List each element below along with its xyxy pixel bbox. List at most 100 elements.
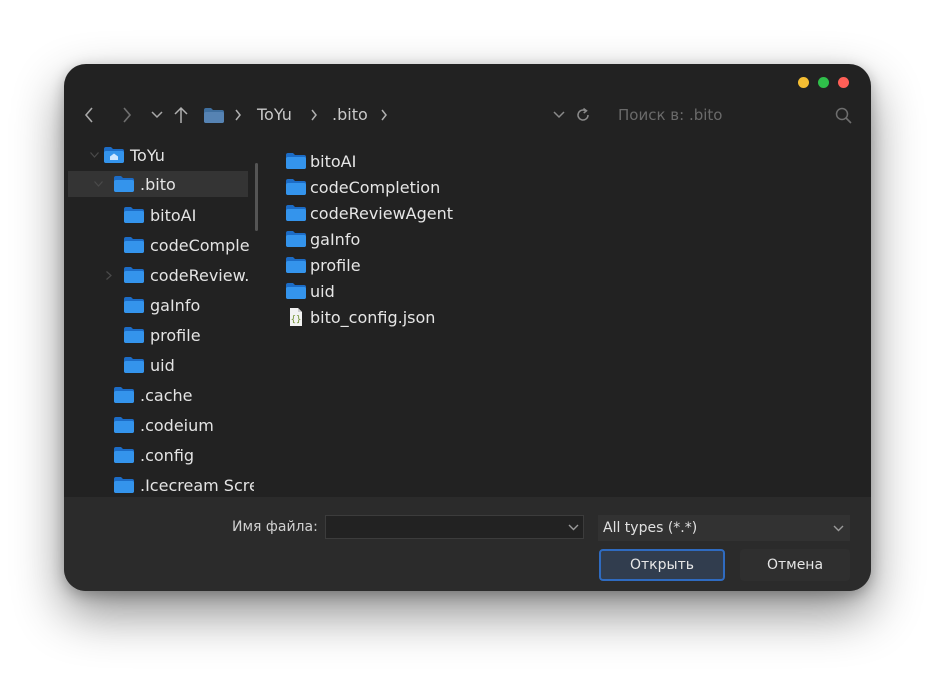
folder-icon xyxy=(286,283,306,299)
chevron-down-icon xyxy=(151,111,163,119)
file-dialog-window: ToYu .bito ToYu xyxy=(64,64,871,591)
tree-item-codecompletion[interactable]: codeComple xyxy=(64,232,254,258)
tree-item-gainfo[interactable]: gaInfo xyxy=(64,292,254,318)
root-location-button[interactable] xyxy=(202,100,226,130)
tree-scrollbar[interactable] xyxy=(255,163,258,231)
tree-item-profile[interactable]: profile xyxy=(64,322,254,348)
file-item-bito-config-json[interactable]: {} bito_config.json xyxy=(286,304,435,330)
folder-icon xyxy=(286,153,306,169)
file-item-codecompletion[interactable]: codeCompletion xyxy=(286,174,440,200)
tree-item-label: ToYu xyxy=(130,145,165,165)
folder-tree: ToYu .bito bitoAI codeComple codeReview. xyxy=(64,140,254,496)
expanded-arrow-icon[interactable] xyxy=(90,152,99,158)
file-name: codeCompletion xyxy=(310,177,441,197)
chevron-right-icon xyxy=(123,107,132,123)
maximize-button[interactable] xyxy=(818,77,829,88)
path-dropdown-button[interactable] xyxy=(550,100,568,130)
file-item-profile[interactable]: profile xyxy=(286,252,361,278)
tree-item-label: .cache xyxy=(140,385,193,405)
tree-item-bito[interactable]: .bito xyxy=(68,171,248,197)
history-dropdown-button[interactable] xyxy=(148,100,166,130)
folder-icon xyxy=(114,477,134,493)
folder-icon xyxy=(114,176,134,192)
arrow-up-icon xyxy=(174,106,188,123)
dialog-footer: Имя файла: All types (*.*) Открыть Отмен… xyxy=(64,497,871,591)
breadcrumb-separator-icon xyxy=(380,100,388,130)
tree-item-label: profile xyxy=(150,325,201,345)
refresh-button[interactable] xyxy=(572,100,594,130)
tree-item-config[interactable]: .config xyxy=(64,442,254,468)
filetype-value: All types (*.*) xyxy=(603,520,698,536)
folder-icon xyxy=(124,267,144,283)
folder-icon xyxy=(124,357,144,373)
breadcrumb-separator-icon xyxy=(310,100,318,130)
file-item-gainfo[interactable]: gaInfo xyxy=(286,226,360,252)
folder-icon xyxy=(124,327,144,343)
folder-icon xyxy=(114,387,134,403)
filename-input[interactable] xyxy=(326,516,576,538)
open-button[interactable]: Открыть xyxy=(599,549,725,581)
folder-icon xyxy=(114,447,134,463)
filename-label: Имя файла: xyxy=(232,519,318,535)
filename-combobox[interactable] xyxy=(325,515,584,539)
chevron-down-icon xyxy=(568,524,578,530)
tree-item-codeium[interactable]: .codeium xyxy=(64,412,254,438)
json-file-icon: {} xyxy=(290,308,302,326)
forward-button[interactable] xyxy=(116,100,138,130)
back-button[interactable] xyxy=(78,100,100,130)
tree-item-label: bitoAI xyxy=(150,205,197,225)
up-button[interactable] xyxy=(170,100,192,130)
folder-icon xyxy=(286,231,306,247)
folder-icon xyxy=(286,205,306,221)
home-folder-icon xyxy=(104,147,124,163)
folder-icon xyxy=(286,179,306,195)
refresh-icon xyxy=(577,107,589,121)
tree-item-label: .bito xyxy=(140,174,176,194)
filename-dropdown-button[interactable] xyxy=(563,516,583,538)
chevron-left-icon xyxy=(84,107,93,123)
breadcrumb-separator-icon xyxy=(234,100,242,130)
chevron-down-icon xyxy=(553,111,565,119)
breadcrumb-bito[interactable]: .bito xyxy=(332,100,368,130)
file-name: profile xyxy=(310,255,361,275)
file-name: bitoAI xyxy=(310,151,357,171)
folder-icon xyxy=(124,207,144,223)
tree-item-codereviewagent[interactable]: codeReview. xyxy=(64,262,254,288)
file-list: bitoAI codeCompletion codeReviewAgent ga… xyxy=(286,148,846,408)
breadcrumb-toyu[interactable]: ToYu xyxy=(257,100,292,130)
close-button[interactable] xyxy=(838,77,849,88)
tree-item-bitoai[interactable]: bitoAI xyxy=(64,202,254,228)
search-icon[interactable] xyxy=(832,100,854,130)
tree-item-label: .Icecream Scre xyxy=(140,475,254,495)
folder-icon xyxy=(204,107,224,123)
folder-icon xyxy=(124,237,144,253)
folder-icon xyxy=(286,257,306,273)
search-input[interactable] xyxy=(612,101,834,129)
tree-item-uid[interactable]: uid xyxy=(64,352,254,378)
folder-icon xyxy=(124,297,144,313)
tree-item-label: codeComple xyxy=(150,235,250,255)
chevron-down-icon[interactable] xyxy=(830,515,846,541)
tree-item-label: gaInfo xyxy=(150,295,201,315)
filetype-select[interactable]: All types (*.*) xyxy=(598,515,850,541)
tree-item-icecream[interactable]: .Icecream Scre xyxy=(64,472,254,496)
file-name: gaInfo xyxy=(310,229,361,249)
tree-item-label: uid xyxy=(150,355,175,375)
file-item-bitoai[interactable]: bitoAI xyxy=(286,148,356,174)
tree-item-toyu[interactable]: ToYu xyxy=(64,142,254,168)
tree-item-label: .codeium xyxy=(140,415,214,435)
expanded-arrow-icon[interactable] xyxy=(94,181,103,187)
file-item-codereviewagent[interactable]: codeReviewAgent xyxy=(286,200,453,226)
minimize-button[interactable] xyxy=(798,77,809,88)
file-name: bito_config.json xyxy=(310,307,436,327)
folder-icon xyxy=(114,417,134,433)
tree-item-label: .config xyxy=(140,445,195,465)
tree-item-cache[interactable]: .cache xyxy=(64,382,254,408)
file-item-uid[interactable]: uid xyxy=(286,278,335,304)
file-name: uid xyxy=(310,281,335,301)
tree-item-label: codeReview. xyxy=(150,265,250,285)
svg-text:{}: {} xyxy=(291,315,302,325)
cancel-button[interactable]: Отмена xyxy=(740,549,850,581)
collapsed-arrow-icon[interactable] xyxy=(106,270,112,280)
file-name: codeReviewAgent xyxy=(310,203,454,223)
